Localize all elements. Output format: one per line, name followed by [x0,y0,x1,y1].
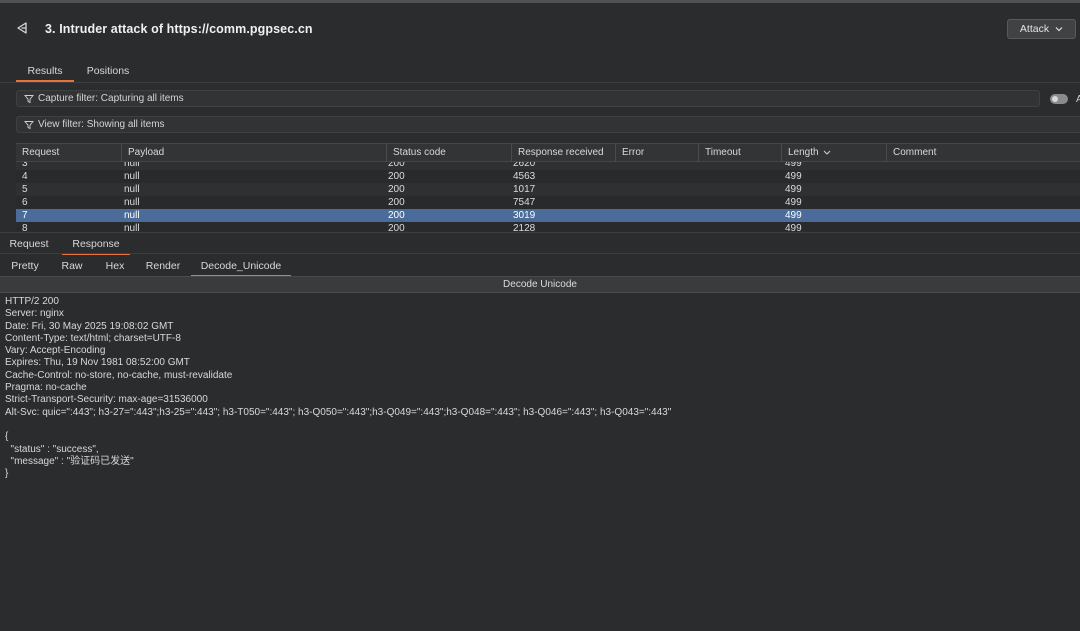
intruder-attack-window: 3. Intruder attack of https://comm.pgpse… [0,0,1080,631]
table-row-selected[interactable]: 7 null 200 3019 499 [16,209,1080,222]
cell-request: 8 [22,223,28,231]
response-line: "status" : "success", [5,443,99,455]
capture-toggle[interactable] [1050,94,1068,104]
table-row[interactable]: 3 null 200 2620 499 [16,162,1080,170]
chevron-down-icon [1055,27,1063,32]
cell-response-received: 7547 [513,197,536,208]
funnel-icon [24,120,34,129]
cell-length: 499 [785,171,802,182]
cell-request: 4 [22,171,28,182]
column-comment[interactable]: Comment [887,144,1080,162]
cell-response-received: 2620 [513,162,536,169]
response-line: { [5,431,9,443]
divider [0,232,1080,233]
capture-filter-label: Capture filter: Capturing all items [38,93,184,104]
cell-status: 200 [388,171,405,182]
table-row[interactable]: 6 null 200 7547 499 [16,196,1080,209]
cell-status: 200 [388,210,405,221]
tab-response[interactable]: Response [62,235,130,255]
response-body[interactable]: HTTP/2 200 Server: nginx Date: Fri, 30 May… [5,296,1075,480]
cell-request: 6 [22,197,28,208]
table-row[interactable]: 5 null 200 1017 499 [16,183,1080,196]
response-line: "message" : "验证码已发送" [5,455,134,467]
toggle-label: A [1076,94,1080,105]
tab-hex[interactable]: Hex [98,257,132,277]
response-line: Alt-Svc: quic=":443"; h3-27=":443";h3-25… [5,406,672,418]
column-length-label: Length [788,147,819,158]
request-response-tab-bar: Request Response [0,235,1080,255]
response-line: Date: Fri, 30 May 2025 19:08:02 GMT [5,320,174,332]
cell-length: 499 [785,197,802,208]
cell-response-received: 2128 [513,223,536,231]
response-line: Cache-Control: no-store, no-cache, must-… [5,369,233,381]
cell-length: 499 [785,184,802,195]
cell-payload: null [124,223,140,231]
attack-menu-button[interactable]: Attack [1007,19,1076,39]
decode-unicode-header: Decode Unicode [0,276,1080,293]
response-line: } [5,468,9,480]
table-row[interactable]: 4 null 200 4563 499 [16,170,1080,183]
table-header: Request Payload Status code Response rec… [16,143,1080,162]
response-line: Vary: Accept-Encoding [5,345,106,357]
column-timeout[interactable]: Timeout [699,144,782,162]
response-line: Content-Type: text/html; charset=UTF-8 [5,332,181,344]
cell-status: 200 [388,223,405,231]
page-title: 3. Intruder attack of https://comm.pgpse… [45,22,313,36]
cell-request: 7 [22,210,28,221]
response-line: HTTP/2 200 [5,296,59,307]
attack-menu-label: Attack [1019,23,1050,35]
tab-decode-unicode[interactable]: Decode_Unicode [191,257,291,277]
view-filter-label: View filter: Showing all items [38,119,165,130]
response-line: Pragma: no-cache [5,382,87,394]
results-table: Request Payload Status code Response rec… [16,143,1080,231]
column-request[interactable]: Request [16,144,122,162]
tab-positions[interactable]: Positions [80,62,136,82]
tab-raw[interactable]: Raw [54,257,90,277]
view-filter-bar[interactable]: View filter: Showing all items [16,116,1080,133]
cell-response-received: 3019 [513,210,536,221]
cell-payload: null [124,197,140,208]
column-length[interactable]: Length [782,144,887,162]
column-status-code[interactable]: Status code [387,144,512,162]
cell-length: 499 [785,210,802,221]
cell-payload: null [124,171,140,182]
cell-status: 200 [388,197,405,208]
table-row[interactable]: 8 null 200 2128 499 [16,222,1080,231]
cell-length: 499 [785,223,802,231]
cell-request: 5 [22,184,28,195]
tab-results[interactable]: Results [16,62,74,82]
window-header: 3. Intruder attack of https://comm.pgpse… [0,3,1080,52]
cell-response-received: 4563 [513,171,536,182]
column-error[interactable]: Error [616,144,699,162]
chevron-down-icon [823,150,830,155]
cell-response-received: 1017 [513,184,536,195]
cell-length: 499 [785,162,802,169]
column-payload[interactable]: Payload [122,144,387,162]
cell-status: 200 [388,162,405,169]
response-line: Server: nginx [5,308,64,320]
capture-filter-bar[interactable]: Capture filter: Capturing all items [16,90,1040,107]
tab-request[interactable]: Request [4,235,54,255]
cell-payload: null [124,162,140,169]
cell-payload: null [124,210,140,221]
response-line [5,419,1075,431]
divider [0,253,1080,254]
response-line: Strict-Transport-Security: max-age=31536… [5,394,208,406]
tab-render[interactable]: Render [140,257,186,277]
cell-status: 200 [388,184,405,195]
view-mode-tab-bar: Pretty Raw Hex Render Decode_Unicode [0,257,1080,277]
cell-request: 3 [22,162,28,169]
tab-pretty[interactable]: Pretty [4,257,46,277]
cell-payload: null [124,184,140,195]
column-response-received[interactable]: Response received [512,144,616,162]
funnel-icon [24,94,34,103]
response-line: Expires: Thu, 19 Nov 1981 08:52:00 GMT [5,357,190,369]
table-body: 3 null 200 2620 499 4 null 200 4563 499 … [16,162,1080,231]
results-tab-bar: Results Positions [0,62,1080,82]
back-arrow-icon[interactable] [15,21,29,35]
divider [0,82,1080,83]
